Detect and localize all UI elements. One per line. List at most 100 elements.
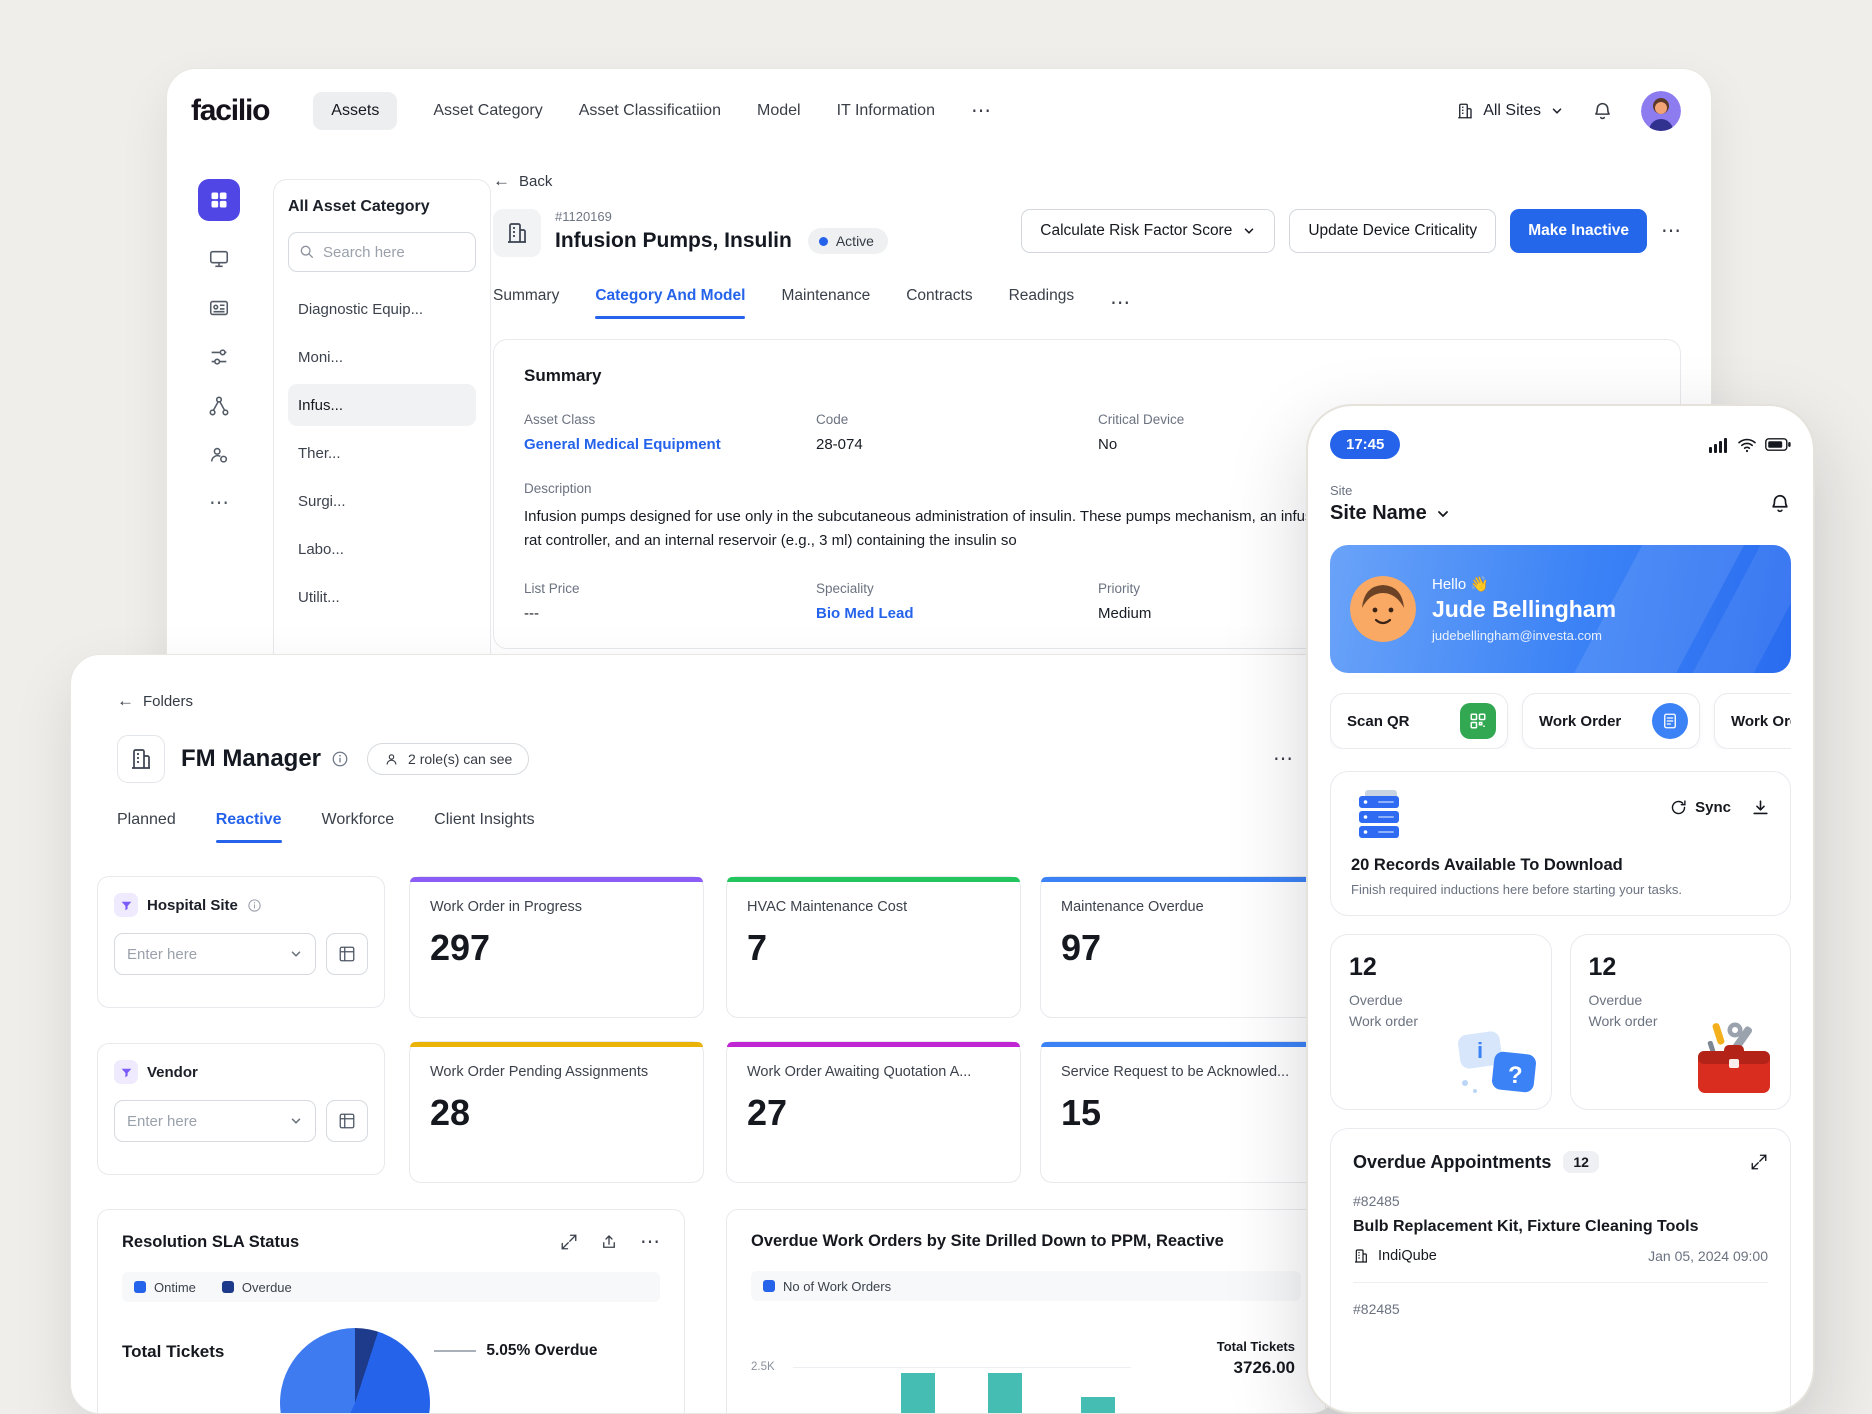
nav-more-icon[interactable]: ⋯	[971, 101, 991, 121]
back-link[interactable]: ← Back	[493, 171, 1681, 191]
hospital-site-filter: Hospital Site Enter here	[97, 876, 385, 1008]
user-name: Jude Bellingham	[1432, 596, 1617, 622]
vendor-select[interactable]: Enter here	[114, 1100, 316, 1142]
rail-devices-icon[interactable]	[208, 248, 230, 270]
table-picker-button[interactable]	[326, 1100, 368, 1142]
kpi-hvac-maintenance-cost[interactable]: HVAC Maintenance Cost 7	[726, 876, 1021, 1018]
nav-assets[interactable]: Assets	[313, 92, 398, 130]
resolution-sla-card: Resolution SLA Status ⋯ Ontime Overdue T…	[97, 1209, 685, 1413]
status-badge: Active	[807, 228, 888, 254]
tab-maintenance[interactable]: Maintenance	[781, 287, 870, 319]
notifications-bell-icon[interactable]	[1592, 101, 1613, 122]
kpi-maintenance-overdue[interactable]: Maintenance Overdue 97	[1040, 876, 1335, 1018]
overdue-workorder-stat-card-2[interactable]: 12 Overdue Work order	[1569, 934, 1791, 1110]
sla-callout: 5.05% Overdue	[434, 1342, 598, 1360]
rail-user-settings-icon[interactable]	[208, 444, 230, 466]
rail-controls-icon[interactable]	[208, 346, 230, 368]
tab-reactive[interactable]: Reactive	[215, 811, 282, 843]
asset-class-link[interactable]: General Medical Equipment	[524, 436, 816, 453]
speciality-link[interactable]: Bio Med Lead	[816, 605, 1098, 622]
tab-planned[interactable]: Planned	[117, 811, 176, 843]
asset-icon	[493, 209, 541, 257]
update-criticality-button[interactable]: Update Device Criticality	[1289, 209, 1497, 253]
chevron-down-icon	[1435, 506, 1451, 522]
rail-network-icon[interactable]	[208, 395, 230, 417]
expand-icon[interactable]	[1750, 1153, 1768, 1171]
nav-asset-classification[interactable]: Asset Classificatiion	[579, 102, 721, 120]
notifications-bell-icon[interactable]	[1769, 493, 1791, 515]
dashboard-window: ← Folders FM Manager 2 role(s) can see ⋯…	[70, 654, 1340, 1414]
category-item-diagnostic[interactable]: Diagnostic Equip...	[288, 288, 476, 330]
calculate-risk-button[interactable]: Calculate Risk Factor Score	[1021, 209, 1276, 253]
overdue-appointments-card: Overdue Appointments 12 #82485 Bulb Repl…	[1330, 1128, 1791, 1412]
kpi-service-request-acknowledge[interactable]: Service Request to be Acknowled... 15	[1040, 1041, 1335, 1183]
overdue-bar-chart: 2.5K Total Tickets 3726.00	[751, 1315, 1301, 1413]
kpi-work-order-in-progress[interactable]: Work Order in Progress 297	[409, 876, 704, 1018]
work-order-icon	[1652, 703, 1688, 739]
export-icon[interactable]	[600, 1233, 618, 1251]
dashboard-icon	[117, 735, 165, 783]
appointments-count-badge: 12	[1563, 1151, 1599, 1173]
tab-readings[interactable]: Readings	[1009, 287, 1075, 319]
appointment-ticket-name[interactable]: Bulb Replacement Kit, Fixture Cleaning T…	[1353, 1218, 1768, 1236]
clock: 17:45	[1330, 430, 1401, 459]
user-avatar[interactable]	[1641, 91, 1681, 131]
asset-more-icon[interactable]: ⋯	[1661, 221, 1681, 241]
category-item-surgical[interactable]: Surgi...	[288, 480, 476, 522]
kpi-work-order-pending-assignments[interactable]: Work Order Pending Assignments 28	[409, 1041, 704, 1183]
sla-legend: Ontime Overdue	[122, 1272, 660, 1302]
filter-label: Vendor	[147, 1063, 198, 1081]
site-name-dropdown[interactable]: Site Name	[1330, 502, 1451, 525]
table-picker-button[interactable]	[326, 933, 368, 975]
info-icon[interactable]	[331, 750, 349, 768]
category-item-therapy[interactable]: Ther...	[288, 432, 476, 474]
hospital-site-select[interactable]: Enter here	[114, 933, 316, 975]
nav-model[interactable]: Model	[757, 102, 801, 120]
nav-it-information[interactable]: IT Information	[837, 102, 935, 120]
field-description: Description Infusion pumps designed for …	[524, 481, 1333, 549]
tab-client-insights[interactable]: Client Insights	[434, 811, 535, 843]
category-search-input[interactable]	[323, 243, 465, 261]
field-list-price: List Price ---	[524, 581, 580, 622]
bar	[988, 1373, 1022, 1413]
rail-idcard-icon[interactable]	[208, 297, 230, 319]
records-title: 20 Records Available To Download	[1351, 856, 1623, 874]
category-search[interactable]	[288, 232, 476, 272]
all-sites-dropdown[interactable]: All Sites	[1456, 102, 1564, 120]
download-icon[interactable]	[1751, 798, 1770, 817]
tab-summary[interactable]: Summary	[493, 287, 559, 319]
back-arrow-icon: ←	[493, 171, 510, 190]
kpi-work-order-awaiting-quotation[interactable]: Work Order Awaiting Quotation A... 27	[726, 1041, 1021, 1183]
roles-badge[interactable]: 2 role(s) can see	[367, 743, 530, 775]
sla-more-icon[interactable]: ⋯	[640, 1232, 660, 1252]
info-icon[interactable]	[247, 898, 262, 913]
make-inactive-button[interactable]: Make Inactive	[1510, 209, 1647, 253]
expand-icon[interactable]	[560, 1233, 578, 1251]
user-hero-card: Hello 👋 Jude Bellingham judebellingham@i…	[1330, 545, 1791, 673]
dashboard-more-icon[interactable]: ⋯	[1273, 749, 1293, 769]
dashboard-header: ← Folders FM Manager 2 role(s) can see ⋯…	[71, 655, 1339, 843]
appointment-site: IndiQube	[1378, 1248, 1437, 1264]
overdue-workorder-stat-card-1[interactable]: 12 Overdue Work order i?	[1330, 934, 1552, 1110]
rail-dashboard-icon[interactable]	[198, 179, 240, 221]
records-download-card: Sync 20 Records Available To Download Fi…	[1330, 771, 1791, 916]
site-label: Site	[1330, 483, 1353, 498]
category-item-infusion[interactable]: Infus...	[288, 384, 476, 426]
appointment-ticket-id-2: #82485	[1353, 1301, 1400, 1317]
category-item-monitoring[interactable]: Moni...	[288, 336, 476, 378]
folders-back-link[interactable]: ← Folders	[117, 691, 1293, 711]
rail-more-icon[interactable]: ⋯	[209, 493, 229, 513]
tab-contracts[interactable]: Contracts	[906, 287, 972, 319]
tab-category-and-model[interactable]: Category And Model	[595, 287, 746, 319]
svg-text:i: i	[1477, 1038, 1483, 1063]
category-item-utilities[interactable]: Utilit...	[288, 576, 476, 618]
sync-button[interactable]: Sync	[1670, 799, 1731, 816]
work-order-button-2[interactable]: Work Order	[1714, 693, 1791, 749]
tabs-more-icon[interactable]: ⋯	[1110, 293, 1130, 313]
scan-qr-button[interactable]: Scan QR	[1330, 693, 1508, 749]
category-item-laboratory[interactable]: Labo...	[288, 528, 476, 570]
tab-workforce[interactable]: Workforce	[322, 811, 395, 843]
work-order-button[interactable]: Work Order	[1522, 693, 1700, 749]
nav-asset-category[interactable]: Asset Category	[433, 102, 542, 120]
category-panel-title: All Asset Category	[288, 198, 430, 215]
